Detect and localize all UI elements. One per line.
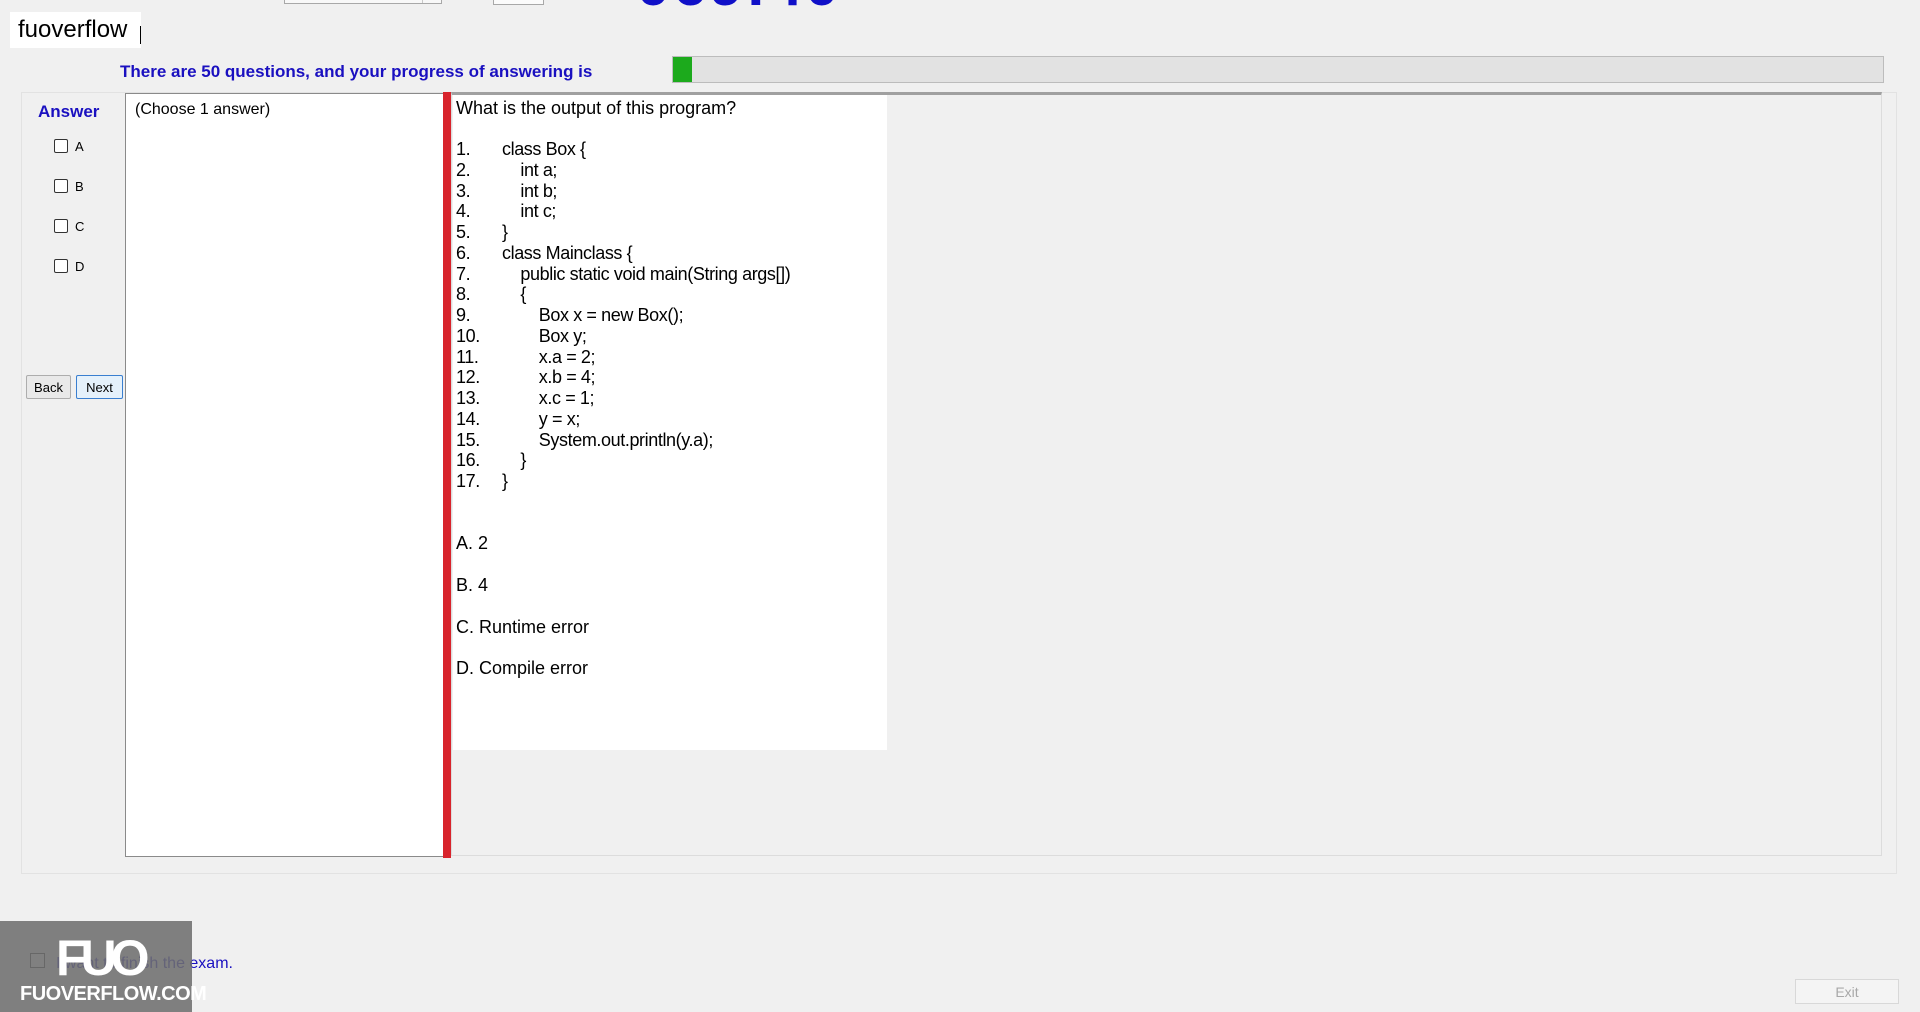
code-line-number: 17.	[456, 471, 480, 491]
code-line-text: int a;	[502, 159, 558, 180]
option-a-checkbox[interactable]: A	[54, 137, 84, 155]
countdown-timer: 069:40	[636, 0, 841, 16]
code-line-number: 9.	[456, 305, 471, 325]
code-line-number: 1.	[456, 139, 471, 159]
watermark-logo: FUO FUOVERFLOW.COM	[0, 921, 207, 1012]
answer-title: Answer	[38, 102, 100, 121]
option-label: C	[75, 218, 85, 234]
code-line-number: 3.	[456, 180, 471, 201]
checkbox-icon	[54, 219, 68, 233]
answer-choice-a: A. 2	[456, 533, 489, 553]
choice-hint: (Choose 1 answer)	[135, 101, 271, 118]
code-line-number: 5.	[456, 222, 471, 242]
next-button[interactable]: Next	[76, 375, 123, 399]
text-caret	[140, 26, 141, 44]
logo-mark: FUO	[56, 930, 150, 986]
code-line-number: 6.	[456, 242, 471, 263]
code-line-number: 11.	[456, 346, 479, 367]
code-line-number: 8.	[456, 284, 471, 305]
code-line-number: 12.	[456, 367, 480, 388]
code-line-text: public static void main(String args[])	[502, 263, 791, 284]
code-line-number: 16.	[456, 450, 480, 471]
code-line-text: }	[502, 471, 508, 491]
code-line-number: 2.	[456, 159, 471, 180]
answer-choice-d: D. Compile error	[456, 658, 589, 678]
top-combo-box[interactable]	[284, 0, 442, 4]
code-line-text: Box x = new Box();	[502, 305, 684, 325]
code-line-text: {	[502, 284, 527, 305]
code-line-text: x.c = 1;	[502, 388, 595, 408]
back-button[interactable]: Back	[26, 375, 71, 399]
code-line-text: class Box {	[502, 139, 586, 159]
progress-bar	[672, 56, 1884, 83]
code-line-number: 7.	[456, 263, 471, 284]
option-c-checkbox[interactable]: C	[54, 217, 84, 235]
code-line-text: }	[502, 450, 527, 471]
code-line-number: 4.	[456, 201, 471, 222]
code-line-text: Box y;	[502, 325, 587, 346]
top-spin-box[interactable]	[493, 0, 544, 5]
panel-splitter[interactable]	[443, 92, 451, 858]
answer-choice-c: C. Runtime error	[456, 617, 590, 637]
code-line-text: }	[502, 222, 508, 242]
code-line-text: System.out.println(y.a);	[502, 429, 714, 450]
progress-bar-fill	[673, 57, 693, 82]
code-line-text: int c;	[502, 201, 557, 222]
code-line-text: class Mainclass {	[502, 242, 633, 263]
exit-button[interactable]: Exit	[1795, 979, 1899, 1004]
code-line-number: 15.	[456, 429, 480, 450]
code-line-number: 13.	[456, 388, 480, 408]
option-label: D	[75, 258, 85, 274]
answer-choice-b: B. 4	[456, 575, 489, 595]
option-b-checkbox[interactable]: B	[54, 177, 84, 195]
code-line-text: int b;	[502, 180, 558, 201]
question-title: What is the output of this program?	[456, 98, 737, 118]
logo-text: FUOVERFLOW.COM	[20, 983, 207, 1005]
option-d-checkbox[interactable]: D	[54, 257, 84, 275]
checkbox-icon	[54, 139, 68, 153]
site-label: fuoverflow	[10, 12, 141, 48]
option-label: A	[75, 138, 84, 154]
code-line-number: 14.	[456, 408, 480, 429]
combo-arrow-icon	[422, 0, 441, 3]
checkbox-icon	[54, 259, 68, 273]
option-label: B	[75, 178, 84, 194]
checkbox-icon	[54, 179, 68, 193]
code-line-text: y = x;	[502, 408, 581, 429]
progress-text: There are 50 questions, and your progres…	[120, 62, 593, 81]
choice-panel	[125, 93, 444, 857]
code-line-number: 10.	[456, 325, 480, 346]
code-line-text: x.b = 4;	[502, 367, 596, 388]
code-line-text: x.a = 2;	[502, 346, 596, 367]
